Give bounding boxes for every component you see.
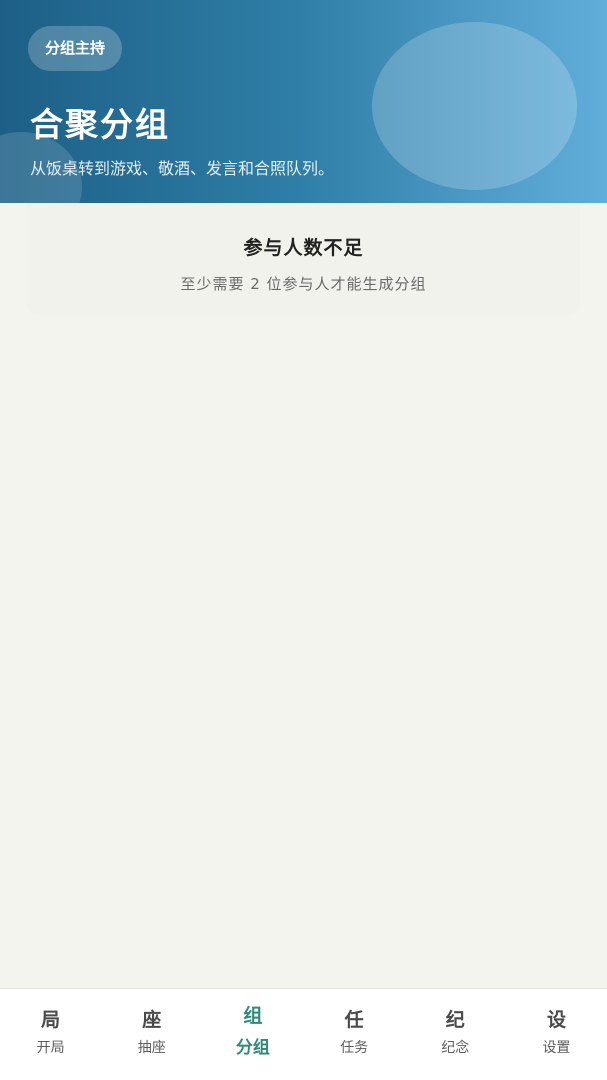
tab-tasks[interactable]: 任 任务 bbox=[304, 989, 405, 1080]
tab-label: 分组 bbox=[235, 1038, 270, 1058]
page-header: 分组主持 合聚分组 从饭桌转到游戏、敬酒、发言和合照队列。 bbox=[0, 0, 607, 203]
tab-label: 抽座 bbox=[137, 1040, 166, 1056]
tab-start[interactable]: 局 开局 bbox=[0, 989, 101, 1080]
memory-icon: 纪 bbox=[445, 1009, 465, 1031]
task-icon: 任 bbox=[344, 1009, 364, 1031]
group-icon: 组 bbox=[243, 1005, 263, 1027]
app-screen: 分组主持 合聚分组 从饭桌转到游戏、敬酒、发言和合照队列。 参与人数不足 至少需… bbox=[0, 0, 607, 1080]
insufficient-participants-notice: 参与人数不足 至少需要 2 位参与人才能生成分组 bbox=[27, 203, 580, 316]
tab-label: 纪念 bbox=[441, 1040, 470, 1056]
decorative-circle bbox=[372, 22, 577, 190]
tab-grouping[interactable]: 组 分组 bbox=[202, 989, 303, 1080]
tab-seat-draw[interactable]: 座 抽座 bbox=[101, 989, 202, 1080]
seat-icon: 座 bbox=[142, 1009, 162, 1031]
group-host-badge: 分组主持 bbox=[28, 26, 123, 71]
settings-icon: 设 bbox=[546, 1009, 566, 1031]
tab-label: 设置 bbox=[542, 1040, 571, 1056]
tab-settings[interactable]: 设 设置 bbox=[506, 989, 607, 1080]
notice-title: 参与人数不足 bbox=[243, 237, 364, 259]
page-subtitle: 从饭桌转到游戏、敬酒、发言和合照队列。 bbox=[30, 159, 335, 178]
tab-memories[interactable]: 纪 纪念 bbox=[405, 989, 506, 1080]
start-icon: 局 bbox=[41, 1009, 61, 1031]
page-title: 合聚分组 bbox=[30, 105, 170, 144]
notice-description: 至少需要 2 位参与人才能生成分组 bbox=[180, 275, 427, 293]
bottom-tab-bar: 局 开局 座 抽座 组 分组 任 任务 纪 纪念 设 设置 bbox=[0, 988, 607, 1080]
tab-label: 开局 bbox=[36, 1040, 65, 1056]
tab-label: 任务 bbox=[340, 1040, 369, 1056]
